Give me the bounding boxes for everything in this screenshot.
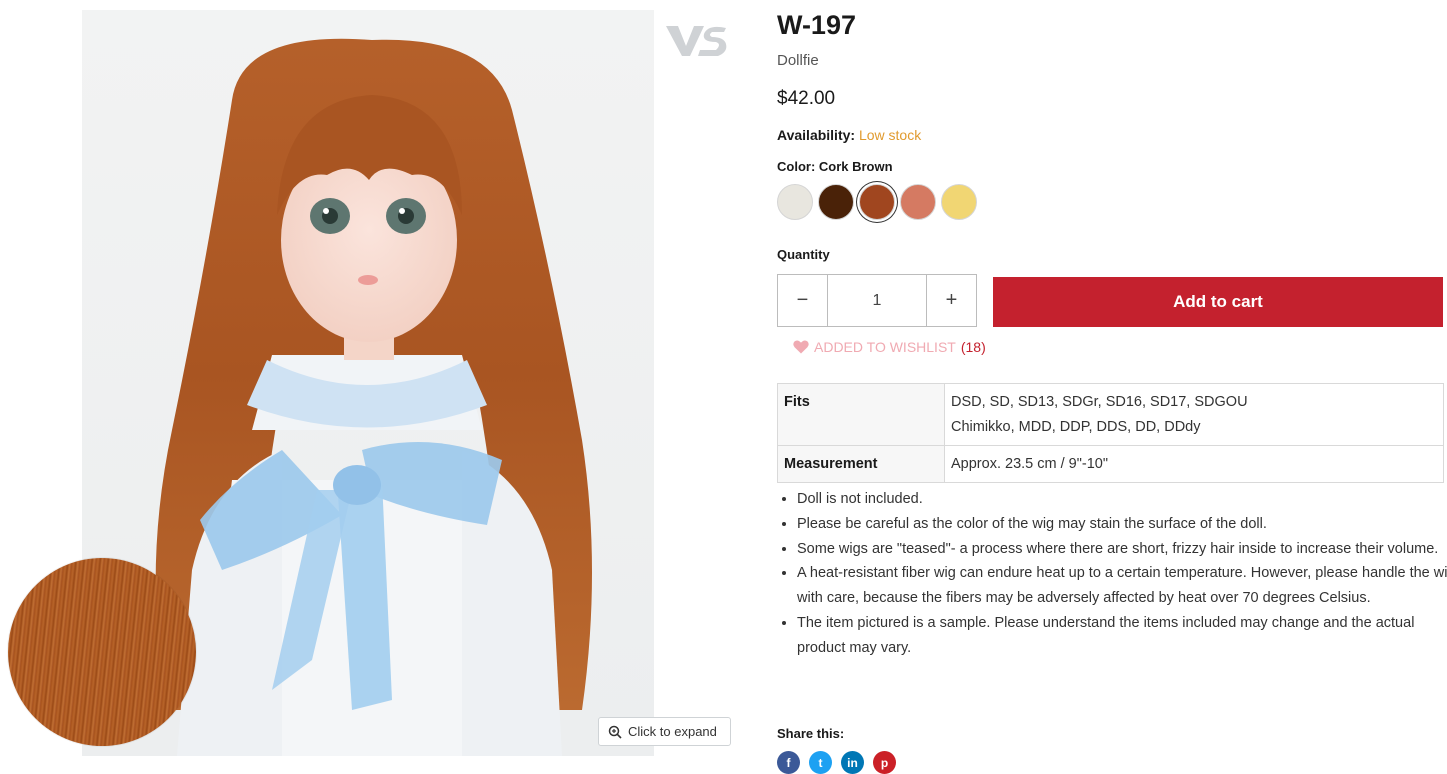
quantity-label: Quantity [777,247,830,262]
spec-value-line: Chimikko, MDD, DDP, DDS, DD, DDdy [951,419,1201,435]
quantity-input[interactable] [828,275,926,326]
quantity-decrease-button[interactable]: − [778,275,828,326]
color-label: Color: Cork Brown [777,159,893,174]
wishlist-label: ADDED TO WISHLIST [814,339,956,355]
color-swatch-2[interactable] [818,184,854,220]
quantity-increase-button[interactable]: + [926,275,976,326]
product-price: $42.00 [777,88,836,109]
wishlist-count: (18) [960,339,986,355]
share-label: Share this: [777,726,845,741]
spec-row-fits: Fits DSD, SD, SD13, SDGr, SD16, SD17, SD… [777,383,1444,446]
expand-label: Click to expand [628,724,717,739]
note-item: Doll is not included. [797,487,1447,512]
wishlist-button[interactable]: ADDED TO WISHLIST (18) [793,339,986,355]
click-to-expand-button[interactable]: Click to expand [598,717,731,746]
spec-key: Fits [777,383,945,446]
note-item: Please be careful as the color of the wi… [797,512,1447,537]
spec-value-line: Approx. 23.5 cm / 9"-10" [951,456,1108,472]
color-swatch-5[interactable] [941,184,977,220]
add-to-cart-button[interactable]: Add to cart [993,277,1443,327]
product-vendor: Dollfie [777,52,819,69]
spec-value-line: DSD, SD, SD13, SDGr, SD16, SD17, SDGOU [951,394,1248,410]
color-swatch-1[interactable] [777,184,813,220]
availability: Availability: Low stock [777,127,921,143]
availability-status: Low stock [858,127,922,143]
heart-icon [793,340,809,354]
quantity-stepper: − + [777,274,977,327]
note-item: A heat-resistant fiber wig can endure he… [797,561,1447,611]
availability-label: Availability: [777,127,856,143]
vs-brand-logo-icon [664,20,728,60]
spec-key: Measurement [777,445,945,483]
product-title: W-197 [777,10,856,40]
spec-value: DSD, SD, SD13, SDGr, SD16, SD17, SDGOU C… [944,383,1444,446]
spec-value: Approx. 23.5 cm / 9"-10" [944,445,1444,483]
hair-texture-zoom [8,558,196,746]
product-gallery: Click to expand [0,0,740,771]
color-swatch-3[interactable] [859,184,895,220]
color-swatches [777,184,977,220]
note-item: Some wigs are "teased"- a process where … [797,537,1447,562]
note-item: The item pictured is a sample. Please un… [797,611,1447,661]
color-swatch-4[interactable] [900,184,936,220]
zoom-in-icon [608,725,622,739]
spec-table: Fits DSD, SD, SD13, SDGr, SD16, SD17, SD… [777,383,1444,483]
product-info: W-197 Dollfie $42.00 Availability: Low s… [777,0,1447,774]
spec-row-measurement: Measurement Approx. 23.5 cm / 9"-10" [777,445,1444,483]
product-notes: Doll is not included. Please be careful … [777,487,1447,661]
